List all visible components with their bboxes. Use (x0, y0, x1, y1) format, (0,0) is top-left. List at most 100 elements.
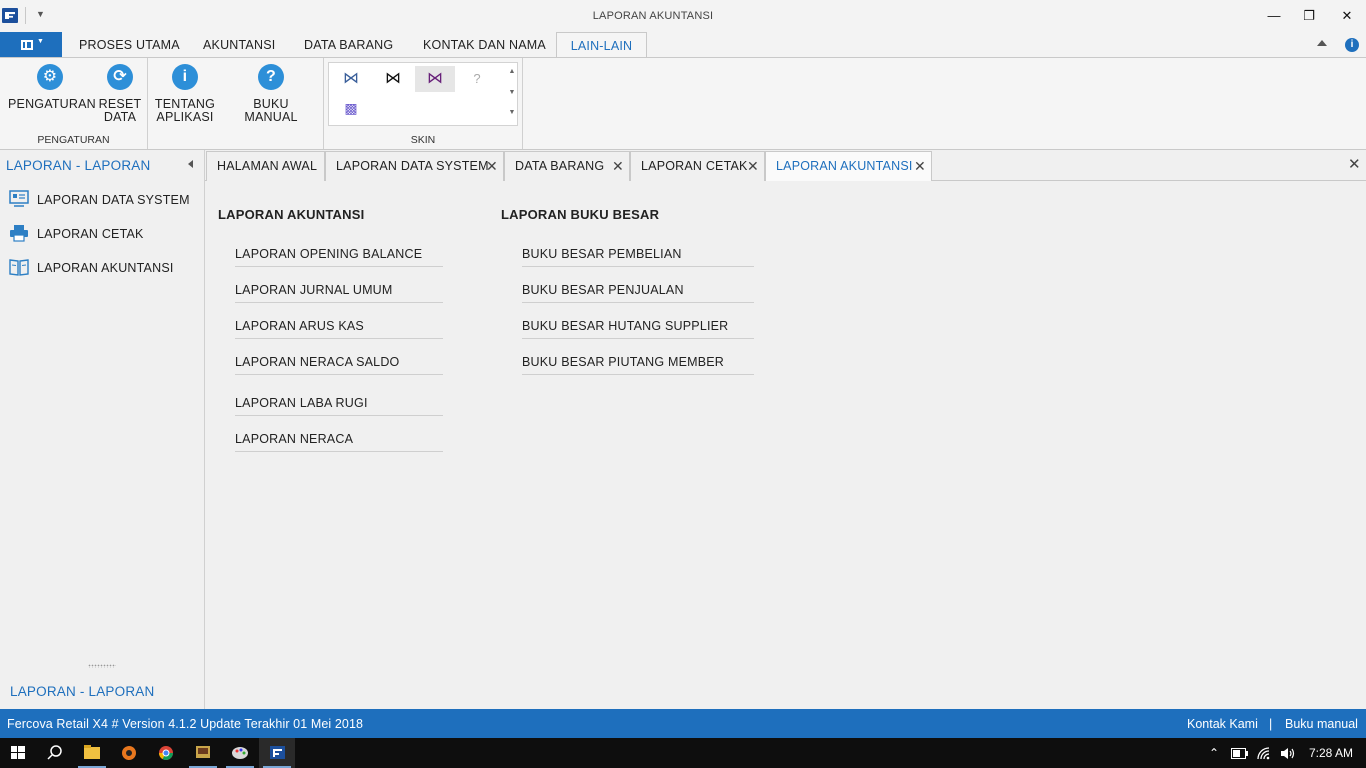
reset-data-button[interactable]: ⟳ RESET DATA (98, 64, 142, 124)
link-buku-besar-penjualan[interactable]: BUKU BESAR PENJUALAN (522, 283, 754, 303)
sidebar-item-label: LAPORAN DATA SYSTEM (37, 193, 190, 207)
gallery-down-icon[interactable]: ▼ (507, 89, 517, 96)
folder-icon (84, 745, 100, 759)
chrome-taskbar[interactable] (148, 738, 184, 768)
gallery-expand-icon[interactable]: ▼ (507, 109, 517, 116)
file-explorer-taskbar[interactable] (74, 738, 110, 768)
group-label-pengaturan: PENGATURAN (37, 134, 110, 146)
status-separator: | (1269, 717, 1273, 731)
printer-icon (10, 225, 28, 242)
close-all-tabs-icon[interactable]: ✕ (1348, 155, 1361, 173)
link-laporan-jurnal-umum[interactable]: LAPORAN JURNAL UMUM (235, 283, 443, 303)
search-button[interactable] (37, 738, 73, 768)
tab-proses-utama[interactable]: PROSES UTAMA (79, 32, 180, 58)
group-label-skin: SKIN (410, 134, 436, 146)
restore-button[interactable]: ❐ (1299, 6, 1319, 26)
collapse-ribbon-icon[interactable] (1317, 40, 1327, 46)
skin-help-icon[interactable]: ? (457, 66, 497, 92)
link-laporan-opening-balance[interactable]: LAPORAN OPENING BALANCE (235, 247, 443, 267)
fercova-taskbar[interactable] (259, 738, 295, 768)
close-tab-icon[interactable]: ✕ (914, 158, 926, 175)
status-bar: Fercova Retail X4 # Version 4.1.2 Update… (0, 709, 1366, 738)
buku-manual-link[interactable]: Buku manual (1285, 717, 1358, 731)
link-laporan-neraca[interactable]: LAPORAN NERACA (235, 432, 443, 452)
tab-lain-lain[interactable]: LAIN-LAIN (556, 32, 647, 58)
tab-label: LAPORAN AKUNTANSI (776, 159, 913, 173)
menu-panel-icon (21, 40, 33, 50)
sidebar-item-label: LAPORAN CETAK (37, 227, 144, 241)
close-tab-icon[interactable]: ✕ (747, 158, 759, 175)
tray-expand-icon[interactable]: ⌃ (1209, 746, 1219, 760)
sidebar-header: LAPORAN - LAPORAN (6, 158, 151, 173)
sidebar-collapse-icon[interactable] (188, 160, 193, 168)
kontak-kami-link[interactable]: Kontak Kami (1187, 717, 1258, 731)
ribbon-group-pengaturan: ⚙ PENGATURAN ⟳ RESET DATA PENGATURAN (0, 58, 148, 149)
paint-palette-icon (232, 747, 248, 759)
minimize-button[interactable]: — (1264, 6, 1284, 26)
info-circle-icon: i (172, 64, 198, 90)
link-laporan-laba-rugi[interactable]: LAPORAN LABA RUGI (235, 396, 443, 416)
gear-icon: ⚙ (37, 64, 63, 90)
skin-vs-purple-icon[interactable]: ⋈ (415, 66, 455, 92)
navigation-sidebar: LAPORAN - LAPORAN LAPORAN DATA SYSTEM LA… (0, 150, 205, 709)
window-title: LAPORAN AKUNTANSI (592, 10, 714, 22)
tab-kontak-dan-nama[interactable]: KONTAK DAN NAMA (423, 32, 546, 58)
close-tab-icon[interactable]: ✕ (612, 158, 624, 175)
tab-data-barang[interactable]: DATA BARANG ✕ (504, 151, 630, 181)
start-button[interactable] (0, 738, 36, 768)
ribbon-group-skin: ⋈ ⋈ ⋈ ? ▩ ▲ ▼ ▼ SKIN (324, 58, 523, 149)
taskbar-clock[interactable]: 7:28 AM (1309, 746, 1353, 760)
application-menu-button[interactable]: ▼ (0, 32, 62, 58)
pengaturan-label: PENGATURAN (8, 97, 96, 111)
sidebar-item-label: LAPORAN AKUNTANSI (37, 261, 174, 275)
presentation-icon (196, 746, 210, 758)
sidebar-item-laporan-akuntansi[interactable]: LAPORAN AKUNTANSI (0, 255, 204, 283)
skin-envelope-icon[interactable]: ▩ (331, 95, 371, 121)
battery-icon[interactable] (1231, 748, 1249, 759)
paint-taskbar[interactable] (222, 738, 258, 768)
help-icon: ? (258, 64, 284, 90)
tab-akuntansi[interactable]: AKUNTANSI (203, 32, 275, 58)
ribbon-panel: ⚙ PENGATURAN ⟳ RESET DATA PENGATURAN i T… (0, 57, 1366, 150)
skin-gallery: ⋈ ⋈ ⋈ ? ▩ ▲ ▼ ▼ (328, 62, 518, 126)
pengaturan-button[interactable]: ⚙ PENGATURAN (8, 64, 96, 111)
windows-logo-icon (11, 746, 25, 759)
wifi-icon[interactable] (1257, 747, 1273, 760)
link-buku-besar-piutang-member[interactable]: BUKU BESAR PIUTANG MEMBER (522, 355, 754, 375)
info-icon[interactable]: i (1345, 38, 1359, 52)
app-taskbar-presentation[interactable] (185, 738, 221, 768)
link-buku-besar-hutang-supplier[interactable]: BUKU BESAR HUTANG SUPPLIER (522, 319, 754, 339)
volume-icon[interactable] (1280, 747, 1296, 760)
sidebar-item-laporan-data-system[interactable]: LAPORAN DATA SYSTEM (0, 187, 204, 215)
tab-laporan-cetak[interactable]: LAPORAN CETAK ✕ (630, 151, 765, 181)
close-window-button[interactable]: ✕ (1337, 6, 1357, 26)
report-content-area: LAPORAN AKUNTANSI LAPORAN OPENING BALANC… (206, 181, 1366, 709)
link-laporan-arus-kas[interactable]: LAPORAN ARUS KAS (235, 319, 443, 339)
link-laporan-neraca-saldo[interactable]: LAPORAN NERACA SALDO (235, 355, 443, 375)
link-buku-besar-pembelian[interactable]: BUKU BESAR PEMBELIAN (522, 247, 754, 267)
sidebar-resize-grip[interactable] (88, 664, 116, 668)
sidebar-item-laporan-cetak[interactable]: LAPORAN CETAK (0, 221, 204, 249)
tab-label: HALAMAN AWAL (217, 159, 318, 173)
tab-laporan-akuntansi[interactable]: LAPORAN AKUNTANSI ✕ (765, 151, 932, 181)
section-title-laporan-akuntansi: LAPORAN AKUNTANSI (218, 207, 365, 222)
sidebar-footer-group[interactable]: LAPORAN - LAPORAN (10, 684, 154, 699)
gallery-up-icon[interactable]: ▲ (507, 68, 517, 75)
tab-laporan-data-system[interactable]: LAPORAN DATA SYSTEM ✕ (325, 151, 504, 181)
tab-halaman-awal[interactable]: HALAMAN AWAL (206, 151, 325, 181)
close-tab-icon[interactable]: ✕ (486, 158, 498, 175)
document-tab-bar: HALAMAN AWAL LAPORAN DATA SYSTEM ✕ DATA … (205, 150, 1366, 181)
reset-label: RESET (98, 97, 142, 111)
tentang-aplikasi-button[interactable]: i TENTANG APLIKASI (154, 64, 216, 124)
tab-label: LAPORAN DATA SYSTEM (336, 159, 489, 173)
monitor-card-icon (9, 190, 29, 207)
skin-vs-dark-icon[interactable]: ⋈ (373, 66, 413, 92)
book-icon (9, 259, 29, 276)
ribbon-group-info: i TENTANG APLIKASI ? BUKU MANUAL (148, 58, 324, 149)
aplikasi-label: APLIKASI (156, 110, 214, 124)
compass-app-icon (122, 746, 136, 760)
skin-vs-blue-icon[interactable]: ⋈ (331, 66, 371, 92)
tab-data-barang[interactable]: DATA BARANG (304, 32, 393, 58)
app-taskbar-orange[interactable] (111, 738, 147, 768)
buku-manual-button[interactable]: ? BUKU MANUAL (225, 64, 317, 124)
